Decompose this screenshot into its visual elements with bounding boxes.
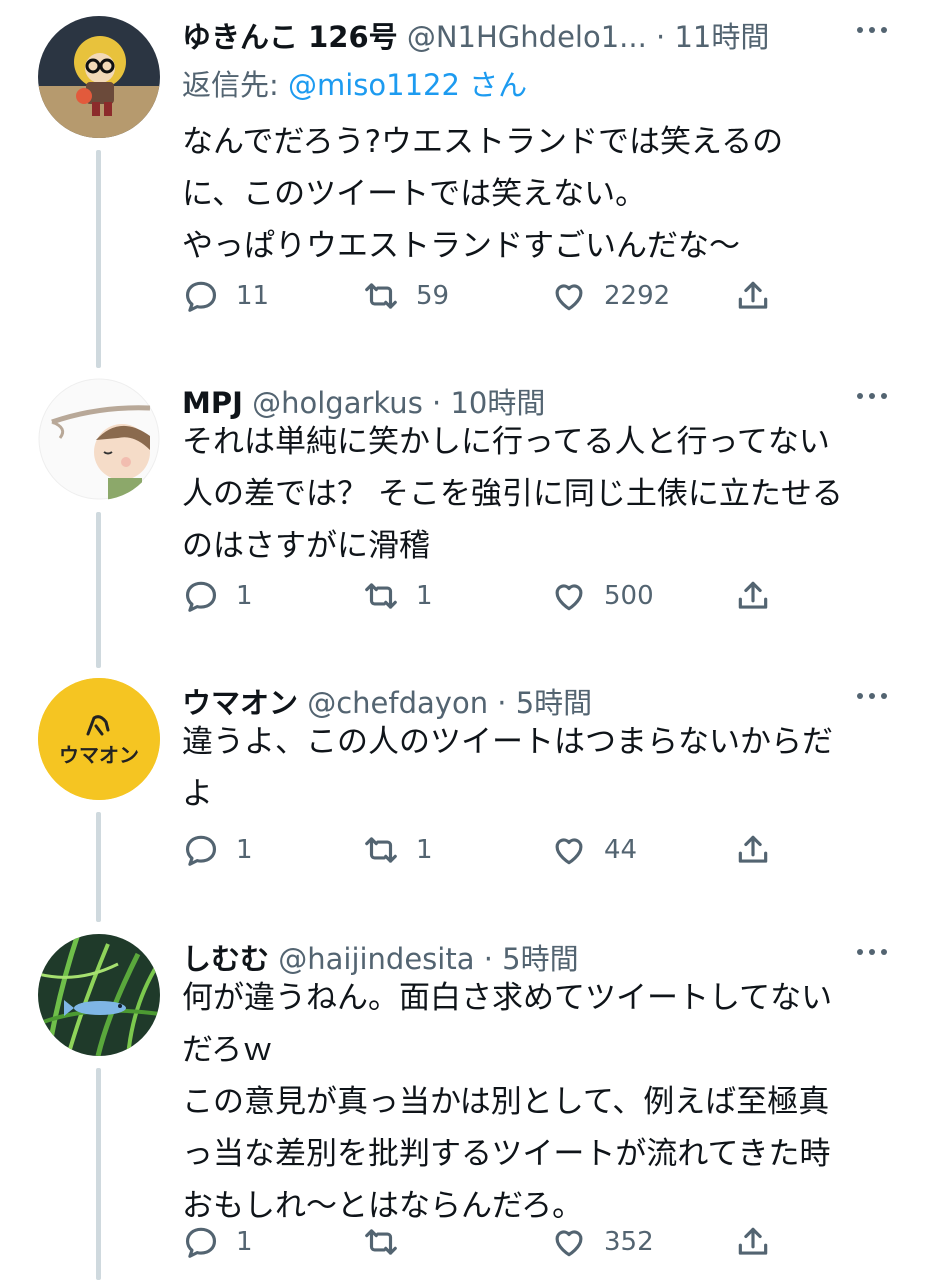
more-options-icon[interactable] <box>855 20 889 40</box>
reply-count: 1 <box>236 1227 253 1257</box>
heart-icon <box>555 838 583 865</box>
like-count: 352 <box>604 1227 654 1257</box>
action-bar: 11 59 2292 <box>182 276 782 316</box>
separator-dot: · <box>656 20 666 54</box>
thread-line <box>96 812 101 922</box>
separator-dot: · <box>497 686 507 720</box>
reply-to-suffix: さん <box>459 68 528 102</box>
thread-line <box>96 512 101 668</box>
retweet-button[interactable] <box>362 1222 416 1262</box>
reply-icon <box>185 581 217 612</box>
thread-line <box>96 150 101 368</box>
user-handle[interactable]: @chefdayon <box>307 686 488 720</box>
like-button[interactable]: 2292 <box>550 276 670 316</box>
share-icon <box>738 581 768 609</box>
user-handle[interactable]: @holgarkus <box>252 386 423 420</box>
timestamp[interactable]: 11時間 <box>674 20 769 54</box>
retweet-icon <box>365 837 397 863</box>
avatar[interactable]: ウマオン <box>38 678 160 800</box>
retweet-icon <box>365 583 397 609</box>
display-name[interactable]: ウマオン <box>182 686 298 720</box>
retweet-count: 1 <box>416 835 433 865</box>
avatar[interactable] <box>38 934 160 1056</box>
timestamp[interactable]: 5時間 <box>502 942 578 976</box>
retweet-button[interactable]: 59 <box>362 276 449 316</box>
retweet-count: 59 <box>416 281 450 311</box>
reply-icon <box>185 281 217 312</box>
share-icon <box>738 1227 768 1255</box>
separator-dot: · <box>432 386 442 420</box>
share-button[interactable] <box>734 576 772 616</box>
retweet-button[interactable]: 1 <box>362 830 433 870</box>
tweet-header: ゆきんこ 126号 @N1HGhdelo1... · 11時間 <box>182 14 893 56</box>
like-count: 500 <box>604 581 654 611</box>
reply-button[interactable]: 1 <box>182 1222 253 1262</box>
retweet-icon <box>365 283 397 309</box>
tweet-2[interactable]: MPJ @holgarkus · 10時間 それは単純に笑かしに行ってる人と行っ… <box>0 366 933 668</box>
reply-button[interactable]: 11 <box>182 276 269 316</box>
reply-to-label: 返信先: <box>182 68 288 102</box>
tweet-text: 何が違うねん。面白さ求めてツイートしてない だろｗ この意見が真っ当かは別として… <box>182 980 833 1224</box>
action-bar: 1 1 44 <box>182 830 782 870</box>
more-options-icon[interactable] <box>855 686 889 706</box>
reply-button[interactable]: 1 <box>182 576 253 616</box>
avatar[interactable] <box>38 16 160 138</box>
display-name[interactable]: しむむ <box>182 942 269 976</box>
action-bar: 1 352 <box>182 1222 782 1262</box>
like-button[interactable]: 500 <box>550 576 654 616</box>
timestamp[interactable]: 10時間 <box>450 386 545 420</box>
reply-to-line: 返信先: @miso1122 さん <box>182 62 527 104</box>
heart-icon <box>555 1230 583 1257</box>
like-button[interactable]: 352 <box>550 1222 654 1262</box>
like-count: 2292 <box>604 281 671 311</box>
share-button[interactable] <box>734 830 772 870</box>
tweet-1[interactable]: ゆきんこ 126号 @N1HGhdelo1... · 11時間 返信先: @mi… <box>0 0 933 370</box>
more-options-icon[interactable] <box>855 386 889 406</box>
user-handle[interactable]: @N1HGhdelo1... <box>407 20 647 54</box>
tweet-text: 違うよ、この人のツイートはつまらないからだ よ <box>182 724 833 812</box>
like-count: 44 <box>604 835 638 865</box>
retweet-icon <box>365 1229 397 1255</box>
display-name[interactable]: MPJ <box>182 386 243 420</box>
like-button[interactable]: 44 <box>550 830 637 870</box>
reply-icon <box>185 1227 217 1258</box>
reply-count: 1 <box>236 835 253 865</box>
tweet-3[interactable]: ウマオン ウマオン @chefdayon · 5時間 違うよ、この人のツイートは… <box>0 666 933 922</box>
share-button[interactable] <box>734 276 772 316</box>
reply-count: 11 <box>236 281 270 311</box>
more-options-icon[interactable] <box>855 942 889 962</box>
retweet-count: 1 <box>416 581 433 611</box>
share-icon <box>738 835 768 863</box>
display-name[interactable]: ゆきんこ 126号 <box>182 20 398 54</box>
share-icon <box>738 281 768 309</box>
separator-dot: · <box>483 942 493 976</box>
heart-icon <box>555 284 583 311</box>
user-handle[interactable]: @haijindesita <box>278 942 474 976</box>
action-bar: 1 1 500 <box>182 576 782 616</box>
thread-line <box>96 1068 101 1280</box>
reply-count: 1 <box>236 581 253 611</box>
avatar[interactable] <box>38 378 160 500</box>
heart-icon <box>555 584 583 611</box>
reply-to-mention[interactable]: @miso1122 <box>288 68 460 102</box>
tweet-text: なんでだろう?ウエストランドでは笑えるの に、このツイートでは笑えない。 やっぱ… <box>182 124 784 264</box>
timestamp[interactable]: 5時間 <box>516 686 592 720</box>
share-button[interactable] <box>734 1222 772 1262</box>
tweet-text: それは単純に笑かしに行ってる人と行ってない 人の差では？ そこを強引に同じ土俵に… <box>182 424 843 564</box>
retweet-button[interactable]: 1 <box>362 576 433 616</box>
reply-icon <box>185 835 217 866</box>
tweet-4[interactable]: しむむ @haijindesita · 5時間 何が違うねん。面白さ求めてツイー… <box>0 922 933 1280</box>
reply-button[interactable]: 1 <box>182 830 253 870</box>
avatar-label: ウマオン <box>59 743 139 767</box>
